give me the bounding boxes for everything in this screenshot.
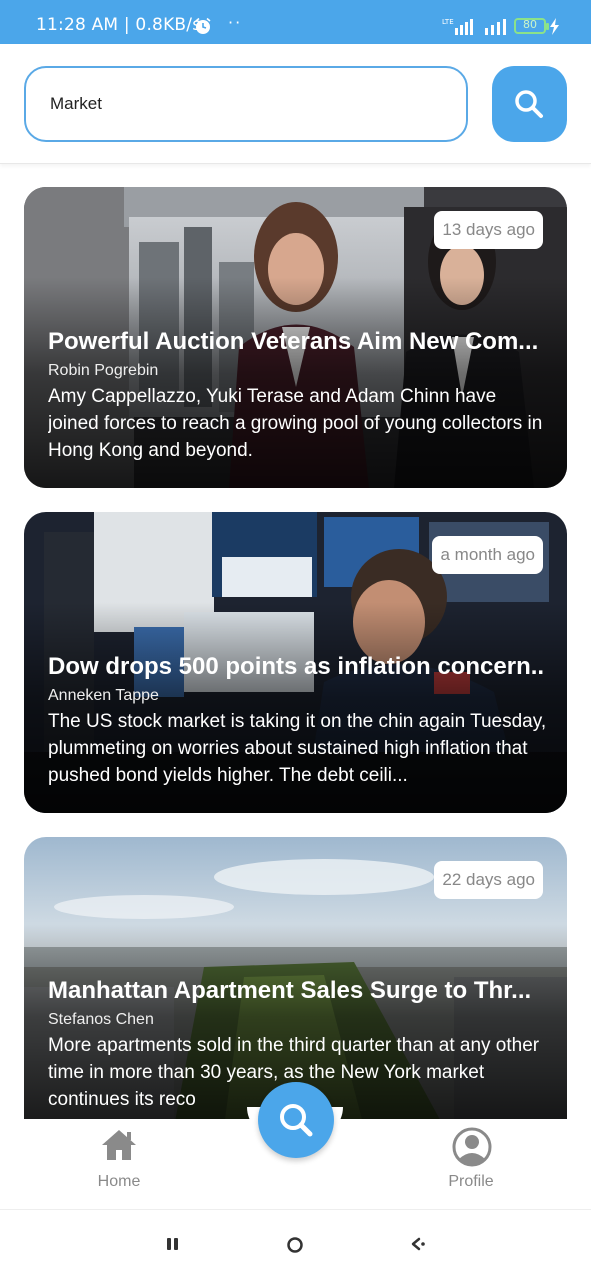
article-author: Robin Pogrebin [48, 362, 159, 379]
status-bar: 11:28 AM | 0.8KB/s ·· LTE 80 [0, 0, 591, 44]
lte-signal-icon: LTE [442, 18, 473, 35]
signal-icon [485, 19, 506, 35]
search-input[interactable] [24, 66, 468, 142]
article-title: Dow drops 500 points as inflation concer… [48, 653, 545, 680]
article-author: Stefanos Chen [48, 1011, 154, 1028]
article-card[interactable]: a month ago Dow drops 500 points as infl… [24, 512, 567, 813]
system-nav-bar [0, 1209, 591, 1280]
article-text: Powerful Auction Veterans Aim New Com...… [48, 327, 547, 464]
article-description: The US stock market is taking it on the … [48, 711, 547, 786]
back-icon[interactable] [410, 1236, 428, 1252]
alarm-icon [195, 17, 211, 34]
home-circle-icon[interactable] [286, 1236, 304, 1254]
article-author: Anneken Tappe [48, 687, 159, 704]
search-button[interactable] [492, 66, 567, 142]
tab-profile[interactable]: Profile [411, 1119, 531, 1209]
recent-apps-icon[interactable] [166, 1236, 180, 1252]
svg-text:LTE: LTE [442, 18, 454, 26]
battery-level: 80 [523, 18, 537, 31]
tab-profile-label: Profile [448, 1173, 494, 1190]
home-icon [102, 1130, 136, 1160]
profile-icon [452, 1127, 492, 1167]
article-title: Powerful Auction Veterans Aim New Com... [48, 328, 539, 355]
search-icon [515, 90, 543, 118]
article-card[interactable]: 13 days ago Powerful Auction Veterans Ai… [24, 187, 567, 488]
article-description: Amy Cappellazzo, Yuki Terase and Adam Ch… [48, 386, 543, 461]
search-header [0, 44, 591, 164]
charging-bolt-icon [550, 18, 559, 35]
article-text: Dow drops 500 points as inflation concer… [48, 652, 547, 789]
status-time: 11:28 AM | 0.8KB/s [36, 15, 202, 35]
time-ago-badge: 13 days ago [434, 211, 543, 249]
tab-home-label: Home [97, 1173, 141, 1190]
battery-icon: 80 [514, 18, 546, 34]
status-dots: ·· [228, 13, 243, 32]
tab-home[interactable]: Home [59, 1119, 179, 1209]
article-title: Manhattan Apartment Sales Surge to Thr..… [48, 977, 532, 1004]
time-ago-badge: a month ago [432, 536, 543, 574]
time-ago-badge: 22 days ago [434, 861, 543, 899]
search-icon [280, 1104, 313, 1137]
search-fab[interactable] [258, 1082, 334, 1158]
